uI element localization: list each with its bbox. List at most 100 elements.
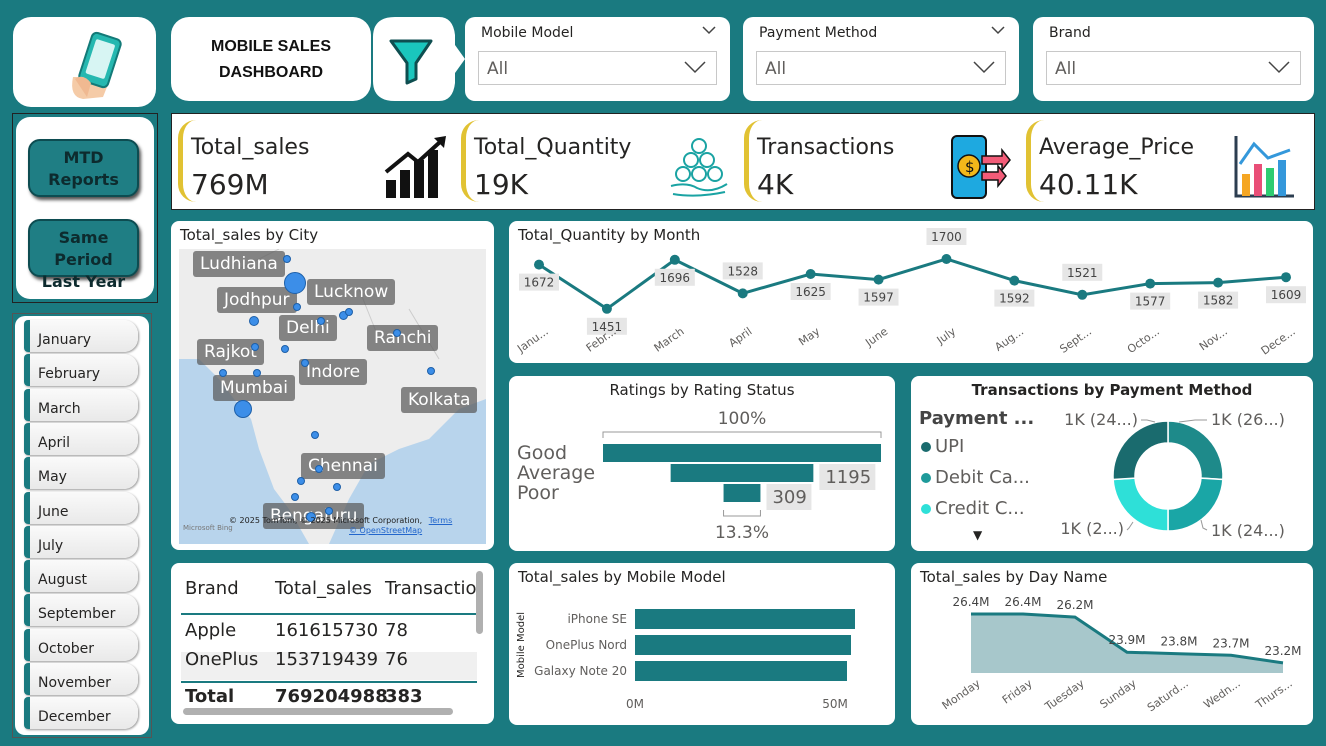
- month-option-june[interactable]: June: [24, 491, 138, 524]
- month-option-august[interactable]: August: [24, 560, 138, 593]
- day-tick-label: Wedn...: [1201, 677, 1242, 711]
- city-sales-bubble[interactable]: [249, 316, 259, 326]
- month-option-may[interactable]: May: [24, 457, 138, 490]
- mobile-model-slicer[interactable]: Mobile Model All: [465, 17, 730, 101]
- bar-chart-icon: [1234, 136, 1294, 198]
- city-sales-bubble[interactable]: [317, 317, 325, 325]
- month-label: November: [38, 675, 111, 691]
- city-sales-bubble[interactable]: [291, 493, 299, 501]
- column-header: Transactio: [385, 578, 477, 599]
- quantity-data-label: 1625: [790, 283, 831, 300]
- kpi-label: Transactions: [757, 135, 895, 160]
- month-option-october[interactable]: October: [24, 628, 138, 661]
- city-sales-bubble[interactable]: [301, 359, 309, 367]
- day-tick-label: Thurs...: [1253, 677, 1295, 712]
- mtd-reports-button[interactable]: MTD Reports: [28, 139, 139, 197]
- funnel-data-label: 309: [766, 484, 812, 510]
- more-options-icon[interactable]: ···: [124, 286, 140, 302]
- funnel-bracket-top: [602, 431, 882, 438]
- month-tick-label: Janu...: [514, 325, 550, 356]
- city-sales-bubble[interactable]: [293, 303, 301, 311]
- city-sales-bubble[interactable]: [251, 343, 259, 351]
- filter-button[interactable]: [373, 17, 465, 101]
- model-category-label: Galaxy Note 20: [534, 664, 627, 678]
- month-option-december[interactable]: December: [24, 697, 138, 730]
- city-sales-bubble[interactable]: [283, 255, 291, 263]
- day-tick-label: Tuesday: [1042, 677, 1087, 714]
- quantity-line-chart[interactable]: 1672Janu... 1451Febr...1696March1528April…: [509, 221, 1313, 363]
- month-tick-label: June: [862, 325, 890, 350]
- slicer-title: Payment Method: [759, 25, 878, 41]
- month-option-april[interactable]: April: [24, 422, 138, 455]
- slicer-value: All: [765, 59, 787, 79]
- city-sales-bubble[interactable]: [219, 369, 227, 377]
- month-option-november[interactable]: November: [24, 663, 138, 695]
- mobile-payment-icon: $: [951, 135, 1011, 199]
- payment-method-dropdown[interactable]: All: [756, 51, 1006, 85]
- donut-leader-line: [1200, 519, 1208, 531]
- quantity-data-label: 1696: [654, 268, 695, 286]
- chevron-down-icon: [973, 61, 995, 74]
- funnel-category-label: Poor: [517, 482, 559, 504]
- brand-matrix[interactable]: Brand Total_sales Transactio Apple 161615730…: [181, 573, 477, 708]
- table-cell: OnePlus: [185, 649, 259, 670]
- y-axis-title: Mobile Model: [516, 612, 527, 678]
- model-bar: [635, 661, 847, 681]
- same-period-last-year-button[interactable]: Same Period Last Year: [28, 219, 139, 291]
- payment-donut-chart[interactable]: 1K (26...) 1K (24...) 1K (2...) 1K (24...): [911, 376, 1313, 551]
- city-sales-bubble[interactable]: [281, 345, 289, 353]
- month-option-february[interactable]: February: [24, 354, 138, 387]
- city-sales-bubble[interactable]: [284, 272, 306, 294]
- city-sales-bubble[interactable]: [325, 507, 333, 515]
- city-sales-bubble[interactable]: [393, 329, 401, 337]
- month-tick-label: Sept...: [1057, 325, 1094, 356]
- city-sales-bubble[interactable]: [311, 431, 319, 439]
- coins-hand-icon: [670, 138, 728, 197]
- chevron-down-icon[interactable]: [702, 25, 716, 35]
- chevron-down-icon[interactable]: [991, 25, 1005, 35]
- brand-slicer[interactable]: Brand All: [1033, 17, 1314, 101]
- funnel-bottom-percent: 13.3%: [715, 523, 769, 543]
- month-tick-label: April: [726, 325, 754, 350]
- quantity-point: [601, 303, 612, 314]
- matrix-horizontal-scrollbar[interactable]: [183, 708, 453, 715]
- donut-leader-line: [1178, 419, 1207, 423]
- month-option-july[interactable]: July: [24, 525, 138, 558]
- x-tick-label: 0M: [626, 697, 644, 711]
- day-data-label: 26.4M: [1004, 595, 1041, 609]
- city-map[interactable]: Ludhiana Jodhpur Lucknow Delhi Ranchi Rajkot I…: [179, 249, 486, 544]
- month-option-september[interactable]: September: [24, 594, 138, 627]
- osm-attribution[interactable]: © OpenStreetMap: [349, 526, 422, 535]
- quantity-data-label: 1597: [858, 288, 899, 306]
- quantity-point: [873, 274, 884, 285]
- city-sales-bubble[interactable]: [315, 465, 323, 473]
- day-tick-label: Monday: [940, 677, 983, 713]
- funnel-data-label: 1195: [819, 464, 876, 490]
- dashboard-title-card: MOBILE SALES DASHBOARD: [171, 17, 371, 101]
- month-label: October: [38, 640, 95, 657]
- month-option-march[interactable]: March: [24, 388, 138, 421]
- month-option-january[interactable]: January: [24, 320, 138, 352]
- city-map-card: Total_sales by City Ludhiana Jodhpur Luckn…: [171, 221, 494, 550]
- data-label-text: 1696: [660, 271, 691, 285]
- city-sales-bubble[interactable]: [297, 477, 305, 485]
- kpi-label: Total_sales: [191, 135, 310, 160]
- brand-dropdown[interactable]: All: [1046, 51, 1301, 85]
- city-sales-bubble[interactable]: [427, 367, 435, 375]
- sales-by-day-area-chart[interactable]: 26.4M Monday 26.4M Friday 26.2M Tuesday 23.9M S…: [911, 563, 1313, 725]
- kpi-total-quantity: Total_Quantity 19K: [461, 120, 741, 202]
- sales-by-model-bar-chart[interactable]: Mobile Model iPhone SE OnePlus Nord Galaxy …: [509, 563, 895, 725]
- city-sales-bubble[interactable]: [333, 483, 341, 491]
- city-sales-bubble[interactable]: [253, 369, 261, 377]
- quantity-data-label: 1528: [722, 262, 763, 280]
- slicer-title: Brand: [1049, 25, 1091, 41]
- quantity-data-label: 1521: [1062, 263, 1103, 281]
- mobile-model-dropdown[interactable]: All: [478, 51, 717, 85]
- matrix-vertical-scrollbar[interactable]: [476, 571, 483, 634]
- ratings-funnel-chart[interactable]: 100% GoodAverage 1195 Poor 30913.3%: [509, 376, 895, 551]
- quantity-point: [1281, 272, 1291, 283]
- city-sales-bubble[interactable]: [234, 400, 252, 418]
- city-sales-bubble[interactable]: [345, 308, 353, 316]
- month-label: June: [38, 503, 69, 520]
- payment-method-slicer[interactable]: Payment Method All: [743, 17, 1019, 101]
